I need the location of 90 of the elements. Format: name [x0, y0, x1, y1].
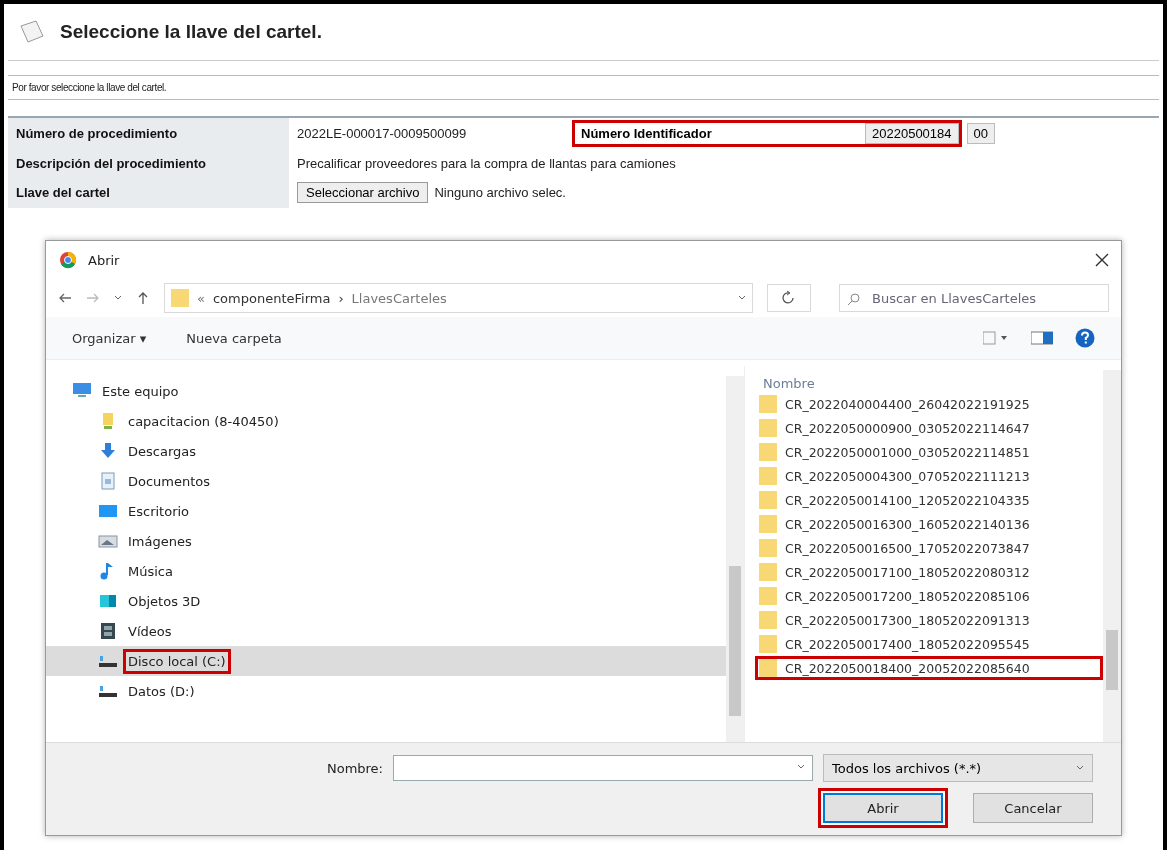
caret-icon[interactable] [797, 764, 805, 770]
nav-item-label: Documentos [127, 472, 212, 491]
nav-item[interactable]: Este equipo [46, 376, 726, 406]
toolbar-button[interactable]: Organizar ▾ [72, 330, 147, 346]
film-icon [98, 621, 118, 641]
nav-item[interactable]: Objetos 3D [46, 586, 726, 616]
search-field[interactable]: Buscar en LlavesCarteles [839, 284, 1109, 312]
file-row[interactable]: CR_2022050000900_03052022114647 [755, 416, 1103, 440]
file-row[interactable]: CR_2022050017400_18052022095545 [755, 632, 1103, 656]
nav-item-label: capacitacion (8-40450) [127, 412, 280, 431]
folder-icon [759, 443, 777, 461]
field-label: Llave del cartel [8, 177, 289, 208]
nav-item[interactable]: Datos (D:) [46, 676, 726, 706]
document-icon [98, 471, 118, 491]
folder-icon [759, 635, 777, 653]
caret-icon[interactable] [738, 295, 746, 301]
nav-item-label: Objetos 3D [127, 592, 202, 611]
file-row[interactable]: CR_2022050004300_07052022111213 [755, 464, 1103, 488]
dialog-title: Abrir [88, 252, 121, 268]
nav-item-label: Escritorio [127, 502, 191, 521]
folder-icon [759, 419, 777, 437]
folder-icon [759, 395, 777, 413]
folder-icon [759, 563, 777, 581]
view-options-icon[interactable] [983, 331, 1009, 345]
file-row[interactable]: CR_2022040004400_26042022191925 [755, 392, 1103, 416]
file-row[interactable]: CR_2022050017300_18052022091313 [755, 608, 1103, 632]
file-row[interactable]: CR_2022050018400_20052022085640 [755, 656, 1103, 680]
file-row[interactable]: CR_2022050016300_16052022140136 [755, 512, 1103, 536]
folder-icon [759, 515, 777, 533]
nav-item-label: Imágenes [127, 532, 193, 551]
field-value: 20220500184 [865, 123, 959, 144]
caret-icon [1076, 765, 1084, 771]
folder-icon [759, 467, 777, 485]
folder-icon [759, 587, 777, 605]
scrollbar[interactable] [726, 376, 744, 742]
choose-file-button[interactable]: Seleccionar archivo [297, 182, 429, 203]
up-icon[interactable] [136, 291, 150, 305]
nav-item-label: Datos (D:) [127, 682, 196, 701]
file-status: Ninguno archivo selec. [434, 185, 566, 200]
breadcrumb-separator: › [338, 290, 344, 306]
folder-icon [759, 539, 777, 557]
address-bar[interactable]: « componenteFirma › LlavesCarteles [164, 283, 753, 313]
instruction-text: Por favor seleccione la llave del cartel. [8, 75, 1159, 100]
folder-icon [759, 491, 777, 509]
field-value: Precalificar proveedores para la compra de llantas para camiones [289, 149, 1159, 177]
nav-item[interactable]: Escritorio [46, 496, 726, 526]
close-icon[interactable] [1095, 253, 1109, 267]
filename-field[interactable] [393, 755, 813, 781]
field-label: Número Identificador [580, 125, 713, 143]
nav-item[interactable]: Música [46, 556, 726, 586]
file-type-dropdown[interactable]: Todos los archivos (*.*) [823, 754, 1093, 782]
nav-item-label: Disco local (C:) [126, 651, 228, 671]
field-value: 00 [966, 123, 995, 144]
breadcrumb-separator: « [197, 290, 205, 306]
file-row[interactable]: CR_2022050016500_17052022073847 [755, 536, 1103, 560]
nav-item-label: Música [127, 562, 174, 581]
nav-item[interactable]: Disco local (C:) [46, 646, 726, 676]
scrollbar[interactable] [1103, 370, 1121, 742]
filename-label: Nombre: [325, 760, 383, 776]
folder-icon [759, 659, 777, 677]
nav-item-label: Este equipo [101, 382, 180, 401]
file-row[interactable]: CR_2022050014100_12052022104335 [755, 488, 1103, 512]
toolbar-button[interactable]: Nueva carpeta [186, 330, 282, 346]
field-value: 2022LE-000017-0009500099 [297, 126, 468, 141]
field-label: Número de procedimiento [8, 117, 289, 149]
page-title: Seleccione la llave del cartel. [60, 21, 322, 43]
folder-icon [759, 611, 777, 629]
file-row[interactable]: CR_2022050017100_18052022080312 [755, 560, 1103, 584]
nav-item-label: Descargas [127, 442, 197, 461]
refresh-icon[interactable] [767, 284, 811, 312]
file-row[interactable]: CR_2022050001000_03052022114851 [755, 440, 1103, 464]
back-icon[interactable] [58, 291, 72, 305]
folder-icon [171, 289, 189, 307]
nav-item[interactable]: Documentos [46, 466, 726, 496]
nav-item[interactable]: Descargas [46, 436, 726, 466]
file-row[interactable]: CR_2022050017200_18052022085106 [755, 584, 1103, 608]
column-header[interactable]: Nombre [755, 370, 821, 392]
breadcrumb[interactable]: LlavesCarteles [351, 290, 447, 306]
browser-icon [58, 250, 78, 270]
cancel-button[interactable]: Cancelar [973, 793, 1093, 823]
nav-item[interactable]: Vídeos [46, 616, 726, 646]
nav-item[interactable]: Imágenes [46, 526, 726, 556]
field-label: Descripción del procedimiento [8, 149, 289, 177]
breadcrumb[interactable]: componenteFirma [212, 290, 331, 306]
caret-icon[interactable] [114, 295, 122, 301]
help-icon[interactable] [1075, 328, 1095, 348]
nav-item-label: Vídeos [127, 622, 173, 641]
preview-pane-icon[interactable] [1031, 331, 1053, 345]
nav-item[interactable]: capacitacion (8-40450) [46, 406, 726, 436]
search-icon [847, 292, 861, 306]
